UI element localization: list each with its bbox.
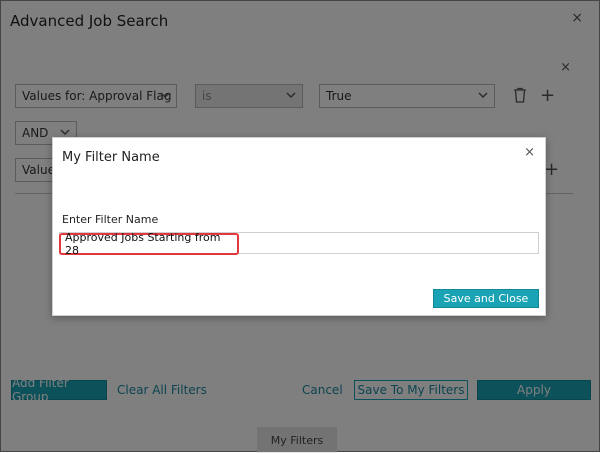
modal-close-icon[interactable]: ×: [524, 146, 535, 159]
modal-title: My Filter Name: [62, 150, 160, 165]
filter-name-label: Enter Filter Name: [62, 213, 159, 226]
filter-name-modal: My Filter Name × Enter Filter Name Appro…: [52, 137, 546, 316]
save-and-close-button[interactable]: Save and Close: [433, 289, 539, 308]
filter-name-value[interactable]: Approved Jobs Starting from 28: [59, 231, 239, 257]
